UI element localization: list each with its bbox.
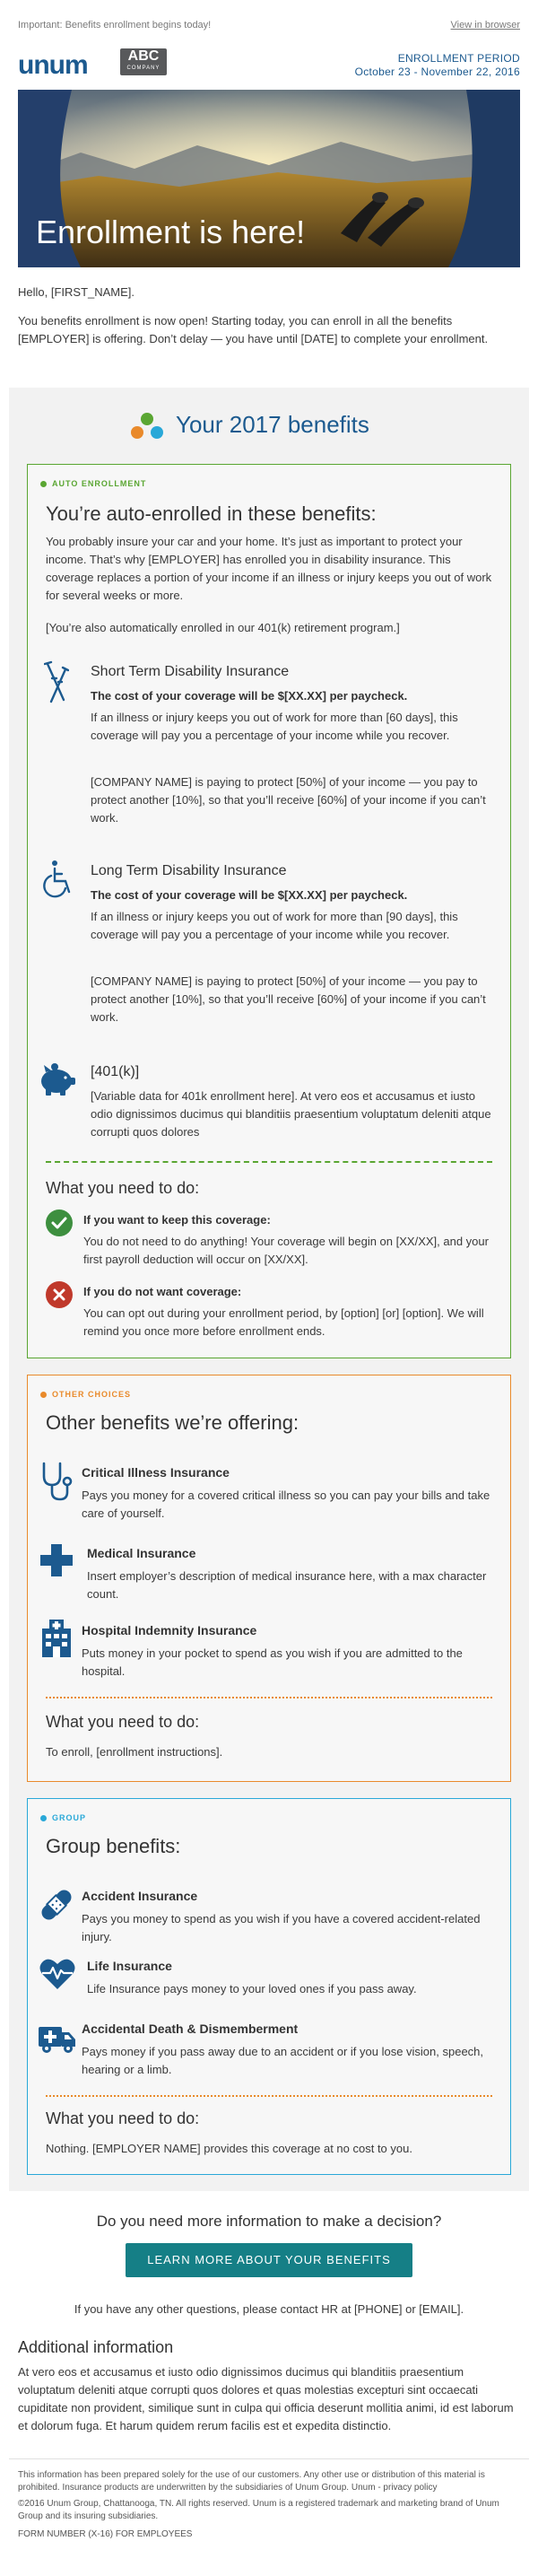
- intro-text: You benefits enrollment is now open! Sta…: [18, 314, 489, 345]
- stethoscope-icon: [39, 1462, 74, 1507]
- additional-info-text: At vero eos et accusamus et iusto odio d…: [18, 2365, 514, 2432]
- contact-text: If you have any other questions, please …: [74, 2302, 464, 2316]
- medical-cross-icon: [40, 1544, 73, 1581]
- hospital-icon: [39, 1620, 74, 1662]
- x-icon: [46, 1281, 73, 1313]
- add-insurance-title: Accidental Death & Dismemberment: [82, 2022, 299, 2036]
- crutches-icon: [43, 660, 70, 710]
- greeting-text: Hello, [FIRST_NAME].: [18, 285, 135, 299]
- check-icon: [46, 1209, 73, 1241]
- decline-coverage-title: If you do not want coverage:: [83, 1285, 242, 1298]
- ltd-description: If an illness or injury keeps you out of…: [91, 910, 458, 941]
- critical-illness-title: Critical Illness Insurance: [82, 1465, 230, 1480]
- other-choices-heading: Other benefits we’re offering:: [46, 1411, 299, 1434]
- wheelchair-icon: [42, 860, 76, 904]
- other-choices-tag: OTHER CHOICES: [40, 1390, 131, 1399]
- section-divider: [46, 2095, 492, 2097]
- accident-insurance-title: Accident Insurance: [82, 1889, 198, 1903]
- group-heading: Group benefits:: [46, 1835, 181, 1857]
- auto-enrollment-card: AUTO ENROLLMENT You’re auto-enrolled in …: [27, 464, 511, 1358]
- more-info-heading: Do you need more information to make a d…: [96, 2213, 442, 2230]
- additional-info-heading: Additional information: [18, 2338, 174, 2356]
- enrollment-period: ENROLLMENT PERIOD October 23 - November …: [355, 52, 520, 79]
- piggy-bank-icon: [37, 1062, 76, 1103]
- group-tag: GROUP: [40, 1813, 86, 1822]
- k401-title: [401(k)]: [91, 1064, 140, 1079]
- other-need-text: To enroll, [enrollment instructions].: [46, 1745, 223, 1759]
- group-need-heading: What you need to do:: [46, 2109, 200, 2127]
- ltd-contribution: [COMPANY NAME] is paying to protect [50%…: [91, 974, 486, 1024]
- group-need-text: Nothing. [EMPLOYER NAME] provides this c…: [46, 2142, 412, 2155]
- life-insurance-text: Life Insurance pays money to your loved …: [87, 1982, 417, 1995]
- hero-title: Enrollment is here!: [36, 214, 306, 250]
- section-divider: [46, 1161, 492, 1163]
- accident-insurance-text: Pays you money to spend as you wish if y…: [82, 1912, 481, 1943]
- footer-disclaimer: This information has been prepared solel…: [18, 2470, 485, 2493]
- hero-image: Enrollment is here!: [18, 90, 520, 267]
- preheader-text: Important: Benefits enrollment begins to…: [18, 20, 212, 31]
- add-insurance-text: Pays money if you pass away due to an ac…: [82, 2045, 484, 2076]
- medical-insurance-title: Medical Insurance: [87, 1546, 196, 1560]
- std-cost: The cost of your coverage will be $[XX.X…: [91, 689, 408, 703]
- critical-illness-text: Pays you money for a covered critical il…: [82, 1489, 490, 1520]
- k401-description: [Variable data for 401k enrollment here]…: [91, 1089, 491, 1139]
- learn-more-button[interactable]: LEARN MORE ABOUT YOUR BENEFITS: [126, 2243, 412, 2277]
- ambulance-icon: [39, 2023, 76, 2058]
- std-description: If an illness or injury keeps you out of…: [91, 711, 458, 742]
- footer-copyright: ©2016 Unum Group, Chattanooga, TN. All r…: [18, 2499, 499, 2521]
- hospital-indemnity-title: Hospital Indemnity Insurance: [82, 1623, 257, 1637]
- auto-enrollment-heading: You’re auto-enrolled in these benefits:: [46, 502, 377, 525]
- ltd-title: Long Term Disability Insurance: [91, 863, 287, 878]
- unum-logo: unum: [18, 50, 89, 80]
- decline-coverage-text: You can opt out during your enrollment p…: [83, 1306, 484, 1338]
- bandage-icon: [37, 1885, 76, 1929]
- view-in-browser-link[interactable]: View in browser: [451, 20, 520, 31]
- std-contribution: [COMPANY NAME] is paying to protect [50%…: [91, 775, 486, 825]
- ltd-cost: The cost of your coverage will be $[XX.X…: [91, 888, 408, 902]
- heart-pulse-icon: [39, 1957, 76, 1995]
- auto-need-heading: What you need to do:: [46, 1179, 200, 1197]
- std-title: Short Term Disability Insurance: [91, 664, 290, 679]
- enrollment-period-dates: October 23 - November 22, 2016: [354, 65, 520, 78]
- hospital-indemnity-text: Puts money in your pocket to spend as yo…: [82, 1646, 463, 1678]
- keep-coverage-title: If you want to keep this coverage:: [83, 1213, 271, 1227]
- other-choices-card: OTHER CHOICES Other benefits we’re offer…: [27, 1375, 511, 1782]
- benefits-title: Your 2017 benefits: [176, 411, 369, 438]
- enrollment-period-label: ENROLLMENT PERIOD: [397, 52, 520, 65]
- keep-coverage-text: You do not need to do anything! Your cov…: [83, 1235, 489, 1266]
- benefits-dots-icon: [126, 411, 169, 448]
- footer-form-number: FORM NUMBER (X-16) FOR EMPLOYEES: [18, 2529, 193, 2539]
- auto-enrollment-intro: You probably insure your car and your ho…: [46, 535, 492, 602]
- auto-enrollment-note: [You’re also automatically enrolled in o…: [46, 621, 400, 634]
- other-need-heading: What you need to do:: [46, 1713, 200, 1731]
- group-card: GROUP Group benefits: Accident Insurance…: [27, 1798, 511, 2175]
- medical-insurance-text: Insert employer’s description of medical…: [87, 1569, 487, 1601]
- abc-company-logo: ABC COMPANY: [120, 48, 167, 75]
- life-insurance-title: Life Insurance: [87, 1959, 172, 1973]
- section-divider: [46, 1697, 492, 1698]
- footer-divider: [9, 2458, 529, 2459]
- auto-enrollment-tag: AUTO ENROLLMENT: [40, 479, 146, 488]
